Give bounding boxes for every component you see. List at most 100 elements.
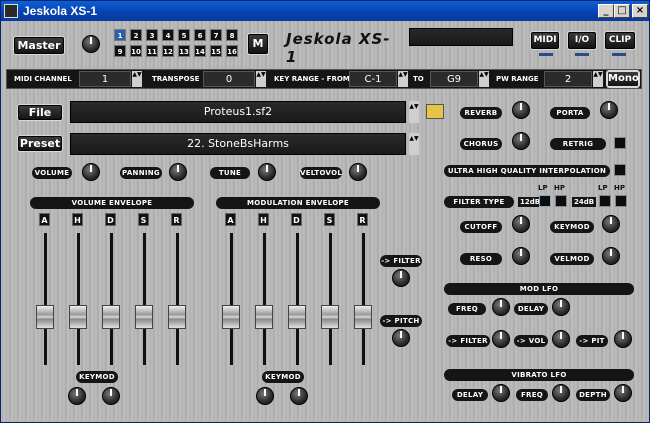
mod-to-pitch-knob[interactable] (392, 329, 410, 347)
preset-spinner[interactable]: ▲▼ (409, 133, 419, 155)
volume-envelope-r-track[interactable] (176, 233, 179, 365)
reso-knob[interactable] (512, 247, 530, 265)
modulation-envelope-a-track[interactable] (230, 233, 233, 365)
volume-keymod-knob-1[interactable] (68, 387, 86, 405)
channel-button-1[interactable]: 1 (114, 29, 126, 41)
keymod-knob[interactable] (602, 215, 620, 233)
key-from-field[interactable]: C-1 (349, 71, 397, 87)
mod-lfo-freq-knob[interactable] (492, 298, 510, 316)
key-from-spinner[interactable]: ▲▼ (398, 71, 408, 87)
channel-button-2[interactable]: 2 (130, 29, 142, 41)
title-bar: Jeskola XS-1 _ □ × (1, 1, 649, 21)
channel-button-12[interactable]: 12 (162, 45, 174, 57)
modulation-envelope-d-fader[interactable] (288, 305, 306, 329)
minimize-button[interactable]: _ (598, 4, 614, 18)
volume-envelope-d-label: D (105, 213, 116, 226)
modulation-envelope-d-track[interactable] (296, 233, 299, 365)
24db-hp-toggle[interactable] (615, 195, 627, 207)
master-knob[interactable] (82, 35, 100, 53)
channel-button-5[interactable]: 5 (178, 29, 190, 41)
channel-button-4[interactable]: 4 (162, 29, 174, 41)
chorus-label: CHORUS (460, 138, 502, 150)
key-to-spinner[interactable]: ▲▼ (479, 71, 489, 87)
volume-envelope-d-track[interactable] (110, 233, 113, 365)
modulation-envelope-a-fader[interactable] (222, 305, 240, 329)
mod-lfo-pit-knob[interactable] (614, 330, 632, 348)
master-button[interactable]: Master (14, 37, 64, 54)
volume-keymod-knob-2[interactable] (102, 387, 120, 405)
volume-envelope-a-fader[interactable] (36, 305, 54, 329)
modulation-keymod-knob-2[interactable] (290, 387, 308, 405)
24db-lp-toggle[interactable] (599, 195, 611, 207)
volume-envelope-h-track[interactable] (77, 233, 80, 365)
reverb-knob[interactable] (512, 101, 530, 119)
hp-label-2: HP (614, 184, 625, 192)
file-display[interactable]: Proteus1.sf2 (70, 101, 406, 123)
midi-button[interactable]: MIDI (531, 32, 559, 49)
modulation-envelope-h-fader[interactable] (255, 305, 273, 329)
m-button[interactable]: M (248, 34, 268, 54)
io-button[interactable]: I/O (568, 32, 596, 49)
volume-envelope-r-fader[interactable] (168, 305, 186, 329)
veltovol-knob[interactable] (349, 163, 367, 181)
channel-button-13[interactable]: 13 (178, 45, 190, 57)
pw-range-field[interactable]: 2 (544, 71, 592, 87)
preset-display[interactable]: 22. StoneBsHarms (70, 133, 406, 155)
clip-button[interactable]: CLIP (605, 32, 635, 49)
porta-knob[interactable] (600, 101, 618, 119)
modulation-envelope-s-track[interactable] (329, 233, 332, 365)
pw-range-spinner[interactable]: ▲▼ (593, 71, 603, 87)
channel-button-7[interactable]: 7 (210, 29, 222, 41)
preset-button[interactable]: Preset (18, 136, 62, 151)
maximize-button[interactable]: □ (614, 4, 630, 18)
modulation-envelope-r-track[interactable] (362, 233, 365, 365)
volume-envelope-title: VOLUME ENVELOPE (30, 197, 194, 209)
vibrato-depth-knob[interactable] (614, 384, 632, 402)
modulation-keymod-knob-1[interactable] (256, 387, 274, 405)
chorus-knob[interactable] (512, 132, 530, 150)
12db-lp-toggle[interactable] (539, 195, 551, 207)
midi-channel-field[interactable]: 1 (79, 71, 131, 87)
key-to-field[interactable]: G9 (430, 71, 478, 87)
channel-button-8[interactable]: 8 (226, 29, 238, 41)
channel-button-16[interactable]: 16 (226, 45, 238, 57)
vibrato-delay-knob[interactable] (492, 384, 510, 402)
retrig-toggle[interactable] (614, 137, 626, 149)
modulation-envelope-r-label: R (357, 213, 368, 226)
channel-button-6[interactable]: 6 (194, 29, 206, 41)
transpose-spinner[interactable]: ▲▼ (256, 71, 266, 87)
mod-lfo-delay-knob[interactable] (552, 298, 570, 316)
transpose-field[interactable]: 0 (203, 71, 255, 87)
close-button[interactable]: × (632, 4, 648, 18)
volume-envelope-s-track[interactable] (143, 233, 146, 365)
mod-lfo-filter-knob[interactable] (492, 330, 510, 348)
modulation-envelope-r-fader[interactable] (354, 305, 372, 329)
panning-knob[interactable] (169, 163, 187, 181)
volume-envelope-h-fader[interactable] (69, 305, 87, 329)
channel-button-14[interactable]: 14 (194, 45, 206, 57)
midi-channel-spinner[interactable]: ▲▼ (132, 71, 142, 87)
uhq-toggle[interactable] (614, 164, 626, 176)
velmod-knob[interactable] (602, 247, 620, 265)
folder-icon[interactable] (426, 104, 444, 119)
channel-button-10[interactable]: 10 (130, 45, 142, 57)
file-button[interactable]: File (18, 105, 62, 120)
channel-button-9[interactable]: 9 (114, 45, 126, 57)
vibrato-freq-knob[interactable] (552, 384, 570, 402)
mod-to-filter-knob[interactable] (392, 269, 410, 287)
channel-button-11[interactable]: 11 (146, 45, 158, 57)
file-spinner[interactable]: ▲▼ (409, 101, 419, 123)
volume-knob[interactable] (82, 163, 100, 181)
mono-button[interactable]: Mono (607, 71, 639, 87)
volume-envelope-s-fader[interactable] (135, 305, 153, 329)
mod-lfo-vol-knob[interactable] (552, 330, 570, 348)
channel-button-15[interactable]: 15 (210, 45, 222, 57)
cutoff-knob[interactable] (512, 215, 530, 233)
volume-envelope-a-track[interactable] (44, 233, 47, 365)
modulation-envelope-h-track[interactable] (263, 233, 266, 365)
modulation-envelope-s-fader[interactable] (321, 305, 339, 329)
volume-envelope-d-fader[interactable] (102, 305, 120, 329)
tune-knob[interactable] (258, 163, 276, 181)
channel-button-3[interactable]: 3 (146, 29, 158, 41)
12db-hp-toggle[interactable] (555, 195, 567, 207)
